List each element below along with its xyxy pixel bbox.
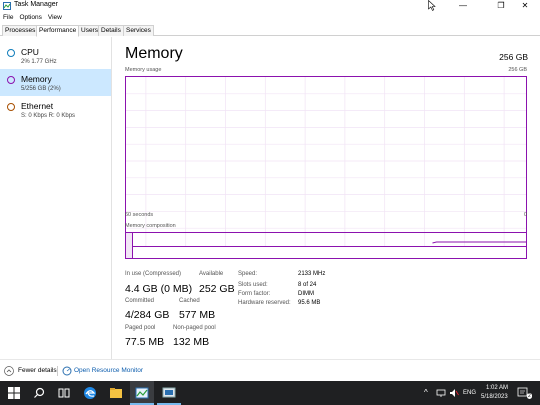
memory-usage-graph — [125, 76, 527, 247]
task-view-icon[interactable] — [56, 385, 72, 401]
close-button[interactable]: ✕ — [510, 0, 540, 12]
memory-capacity: 256 GB — [499, 52, 528, 62]
search-icon[interactable] — [31, 385, 47, 401]
memory-panel: Memory 256 GB Memory usage 256 GB 60 sec… — [112, 37, 540, 359]
notification-count-badge: 2 — [527, 393, 532, 399]
sidebar-item-title: Memory — [21, 74, 52, 84]
tab-strip: Processes Performance Users Details Serv… — [0, 24, 540, 37]
menu-bar: File Options View — [0, 12, 65, 23]
graph-time-right: 0 — [523, 212, 527, 218]
tab-details[interactable]: Details — [98, 25, 124, 36]
usage-graph-label: Memory usage — [125, 67, 162, 73]
form-factor-value: DIMM — [298, 291, 314, 297]
usage-graph-max: 256 GB — [508, 67, 527, 73]
task-manager-taskbar-button[interactable] — [130, 381, 154, 405]
sidebar-item-cpu[interactable]: CPU 2% 1.77 GHz — [0, 42, 111, 69]
window-title: Task Manager — [14, 1, 58, 8]
speed-value: 2133 MHz — [298, 271, 326, 277]
nonpaged-pool-value: 132 MB — [173, 336, 210, 348]
page-title: Memory — [125, 45, 183, 62]
tab-processes[interactable]: Processes — [2, 25, 39, 36]
fewer-details-link[interactable]: Fewer details — [18, 367, 57, 374]
menu-file[interactable]: File — [0, 12, 16, 21]
clock-date[interactable]: 5/18/2023 — [481, 394, 508, 400]
available-label: Available — [199, 271, 224, 277]
memory-composition-bar — [125, 232, 527, 259]
available-value: 252 GB — [199, 283, 235, 295]
form-factor-label: Form factor: — [238, 291, 271, 297]
performance-sidebar: CPU 2% 1.77 GHz Memory 5/256 GB (2%) Eth… — [0, 37, 112, 359]
task-manager-icon — [3, 2, 11, 10]
tab-performance[interactable]: Performance — [36, 25, 80, 37]
sidebar-item-title: Ethernet — [21, 101, 54, 111]
footer-bar: Fewer details Open Resource Monitor — [0, 359, 540, 381]
edge-browser-icon[interactable] — [82, 385, 98, 401]
server-manager-taskbar-button[interactable] — [157, 381, 181, 405]
sidebar-item-title: CPU — [21, 47, 39, 57]
menu-view[interactable]: View — [45, 12, 65, 21]
tab-services[interactable]: Services — [123, 25, 154, 36]
sidebar-item-memory[interactable]: Memory 5/256 GB (2%) — [0, 69, 111, 96]
clock-time[interactable]: 1:02 AM — [486, 385, 508, 391]
sidebar-item-subtitle: 5/256 GB (2%) — [21, 86, 61, 92]
volume-muted-icon[interactable] — [449, 388, 459, 398]
network-icon[interactable] — [436, 388, 446, 398]
minimize-button[interactable]: — — [448, 0, 478, 12]
title-bar: Task Manager — ❐ ✕ — [0, 0, 540, 12]
slots-value: 8 of 24 — [298, 282, 317, 288]
graph-time-left: 60 seconds — [125, 212, 154, 218]
graph-gridlines — [126, 77, 526, 246]
ethernet-graph-icon — [7, 103, 15, 111]
file-explorer-icon[interactable] — [108, 385, 124, 401]
task-manager-window: Task Manager — ❐ ✕ File Options View Proce… — [0, 0, 540, 381]
paged-pool-label: Paged pool — [125, 325, 156, 331]
cached-value: 577 MB — [179, 309, 216, 321]
sidebar-item-subtitle: 2% 1.77 GHz — [21, 59, 57, 65]
language-indicator[interactable]: ENG — [463, 390, 476, 396]
resource-monitor-icon[interactable] — [62, 366, 72, 376]
mouse-cursor-icon — [428, 0, 436, 11]
sidebar-item-ethernet[interactable]: Ethernet S: 0 Kbps R: 0 Kbps — [0, 96, 111, 123]
chevron-up-icon[interactable]: ^ — [424, 388, 428, 397]
hw-reserved-value: 95.6 MB — [298, 300, 321, 306]
paged-pool-value: 77.5 MB — [125, 336, 165, 348]
sidebar-item-subtitle: S: 0 Kbps R: 0 Kbps — [21, 113, 76, 119]
speed-label: Speed: — [238, 271, 258, 277]
server-manager-icon — [162, 387, 176, 398]
open-resource-monitor-link[interactable]: Open Resource Monitor — [74, 367, 143, 374]
committed-value: 4/284 GB — [125, 309, 170, 321]
task-manager-icon — [135, 387, 149, 399]
composition-in-use — [126, 233, 133, 258]
cached-label: Cached — [179, 298, 200, 304]
chevron-up-icon[interactable] — [4, 366, 14, 376]
in-use-label: In use (Compressed) — [125, 271, 182, 277]
windows-taskbar: ^ ENG 1:02 AM 5/18/2023 2 — [0, 381, 540, 405]
committed-label: Committed — [125, 298, 155, 304]
nonpaged-pool-label: Non-paged pool — [173, 325, 216, 331]
footer-divider — [57, 366, 58, 376]
hw-reserved-label: Hardware reserved: — [238, 300, 291, 306]
in-use-value: 4.4 GB (0 MB) — [125, 283, 193, 295]
menu-options[interactable]: Options — [16, 12, 44, 21]
start-windows-icon[interactable] — [6, 385, 22, 401]
cpu-graph-icon — [7, 49, 15, 57]
memory-graph-icon — [7, 76, 15, 84]
slots-label: Slots used: — [238, 282, 268, 288]
composition-label: Memory composition — [125, 223, 176, 229]
